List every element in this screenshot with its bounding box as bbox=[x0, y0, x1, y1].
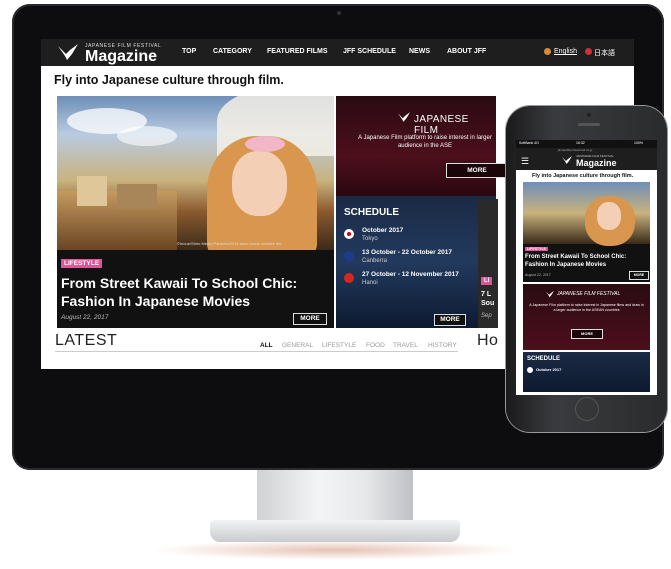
phone-schedule-title: SCHEDULE bbox=[527, 356, 561, 362]
monitor-stand-foot bbox=[210, 520, 460, 542]
cloud-shape bbox=[117, 126, 177, 146]
hero-more-button[interactable]: MORE bbox=[293, 313, 327, 325]
phone-jff-desc: A Japanese Film platform to raise intere… bbox=[529, 303, 644, 312]
monitor-stand-neck bbox=[257, 470, 413, 522]
phone-url: jff-sandbox.freemind.co.jp bbox=[558, 148, 593, 152]
nav-news[interactable]: NEWS bbox=[409, 48, 430, 55]
schedule-date[interactable]: 27 October - 12 November 2017 bbox=[362, 271, 459, 278]
bird-logo-icon bbox=[398, 112, 410, 122]
phone-jff-more-button[interactable]: MORE bbox=[571, 329, 603, 339]
japan-flag-icon bbox=[344, 229, 354, 239]
filter-general[interactable]: GENERAL bbox=[282, 342, 313, 349]
phone-logo-title[interactable]: Magazine bbox=[576, 158, 617, 168]
hero-date: August 22, 2017 bbox=[61, 314, 109, 321]
filter-all[interactable]: ALL bbox=[260, 342, 273, 349]
nav-featured-films[interactable]: FEATURED FILMS bbox=[267, 48, 328, 55]
face-shape bbox=[232, 151, 287, 216]
side-date: Sep bbox=[481, 313, 492, 319]
latest-heading: LATEST bbox=[55, 332, 118, 349]
side-title-1[interactable]: 7 L bbox=[481, 291, 491, 298]
lang-japanese[interactable]: 日本語 bbox=[594, 48, 615, 58]
phone-hero-photo[interactable] bbox=[523, 182, 650, 246]
category-badge[interactable]: LI bbox=[481, 277, 493, 285]
phone-more-button[interactable]: MORE bbox=[629, 271, 649, 280]
latest-divider bbox=[55, 351, 458, 352]
schedule-panel: SCHEDULE October 2017 Tokyo 13 October -… bbox=[336, 196, 496, 328]
phone-screen: SoftBank 4G 16:32 100% jff-sandbox.freem… bbox=[516, 140, 657, 395]
building-shape bbox=[117, 184, 157, 209]
nav-about-jff[interactable]: ABOUT JFF bbox=[447, 48, 486, 55]
phone-hero-title[interactable]: From Street Kawaii To School Chic: Fashi… bbox=[525, 253, 647, 269]
face-shape bbox=[597, 202, 621, 230]
monitor-camera bbox=[337, 11, 341, 15]
schedule-place: Tokyo bbox=[362, 236, 378, 242]
phone-schedule-panel: SCHEDULE October 2017 bbox=[523, 352, 650, 392]
category-badge[interactable]: LIFESTYLE bbox=[61, 259, 103, 268]
page-tagline: Fly into Japanese culture through film. bbox=[54, 73, 284, 87]
filter-food[interactable]: FOOD bbox=[366, 342, 385, 349]
phone-camera bbox=[587, 113, 591, 117]
nav-top[interactable]: TOP bbox=[182, 48, 196, 55]
jff-more-button[interactable]: MORE bbox=[446, 163, 508, 178]
vietnam-flag-icon bbox=[344, 273, 354, 283]
bird-logo-icon bbox=[546, 290, 554, 298]
hamburger-menu-icon[interactable]: ☰ bbox=[521, 156, 529, 167]
phone-hero-date: August 22, 2017 bbox=[525, 273, 551, 277]
status-battery: 100% bbox=[634, 141, 643, 145]
side-title-2[interactable]: Sou bbox=[481, 300, 494, 307]
phone-hero[interactable]: LIFESTYLE From Street Kawaii To School C… bbox=[523, 182, 650, 282]
side-heading: Ho bbox=[477, 332, 499, 349]
phone-tagline: Fly into Japanese culture through film. bbox=[532, 173, 634, 179]
phone-category-badge[interactable]: LIFESTYLE bbox=[525, 247, 548, 251]
hero-article[interactable]: ©Inoue/Shiro Media Partners/2014 avex mu… bbox=[57, 96, 334, 328]
bird-logo-icon bbox=[562, 156, 572, 164]
phone-speaker bbox=[578, 123, 600, 126]
lang-english[interactable]: English bbox=[554, 48, 577, 55]
phone-jff-logo: JAPANESE FILM FESTIVAL bbox=[557, 291, 621, 297]
side-article[interactable]: LI 7 L Sou Sep bbox=[478, 199, 498, 328]
logo-title[interactable]: Magazine bbox=[85, 48, 157, 66]
status-carrier: SoftBank 4G bbox=[519, 141, 539, 145]
filter-history[interactable]: HISTORY bbox=[428, 342, 457, 349]
stand-shadow bbox=[150, 540, 520, 560]
japan-flag-icon bbox=[585, 48, 592, 55]
filter-travel[interactable]: TRAVEL bbox=[393, 342, 418, 349]
schedule-place: Hanoi bbox=[362, 280, 378, 286]
jff-logo-text: JAPANESE FILM bbox=[414, 114, 469, 136]
japan-flag-icon bbox=[527, 367, 533, 373]
phone-home-button[interactable] bbox=[575, 397, 599, 421]
bird-logo-icon[interactable] bbox=[56, 42, 80, 62]
hero-photo[interactable]: ©Inoue/Shiro Media Partners/2014 avex mu… bbox=[57, 96, 334, 250]
phone-jff-panel: JAPANESE FILM FESTIVAL A Japanese Film p… bbox=[523, 284, 650, 350]
schedule-date[interactable]: October 2017 bbox=[362, 227, 403, 234]
phone-status-bar: SoftBank 4G 16:32 100% bbox=[516, 140, 657, 148]
phone-device: SoftBank 4G 16:32 100% jff-sandbox.freem… bbox=[506, 106, 667, 432]
phone-nav: jff-sandbox.freemind.co.jp ☰ JAPANESE FI… bbox=[516, 148, 657, 170]
jff-description: A Japanese Film platform to raise intere… bbox=[358, 135, 492, 149]
building-shape bbox=[77, 176, 107, 206]
jff-promo-panel: JAPANESE FILM A Japanese Film platform t… bbox=[336, 96, 508, 196]
schedule-place: Canberra bbox=[362, 258, 388, 264]
schedule-more-button[interactable]: MORE bbox=[434, 314, 466, 326]
filter-lifestyle[interactable]: LIFESTYLE bbox=[322, 342, 356, 349]
australia-flag-icon bbox=[344, 251, 354, 261]
top-nav: JAPANESE FILM FESTIVAL Magazine TOP CATE… bbox=[41, 39, 634, 66]
status-time: 16:32 bbox=[576, 141, 585, 145]
phone-schedule-date[interactable]: October 2017 bbox=[536, 367, 561, 372]
schedule-date[interactable]: 13 October - 22 October 2017 bbox=[362, 249, 452, 256]
nav-category[interactable]: CATEGORY bbox=[213, 48, 252, 55]
globe-icon bbox=[544, 48, 551, 55]
nav-jff-schedule[interactable]: JFF SCHEDULE bbox=[343, 48, 396, 55]
bow-shape bbox=[245, 136, 285, 152]
photo-credit: ©Inoue/Shiro Media Partners/2014 avex mu… bbox=[177, 241, 283, 246]
hero-title[interactable]: From Street Kawaii To School Chic: Fashi… bbox=[61, 274, 326, 310]
schedule-title: SCHEDULE bbox=[344, 207, 400, 218]
